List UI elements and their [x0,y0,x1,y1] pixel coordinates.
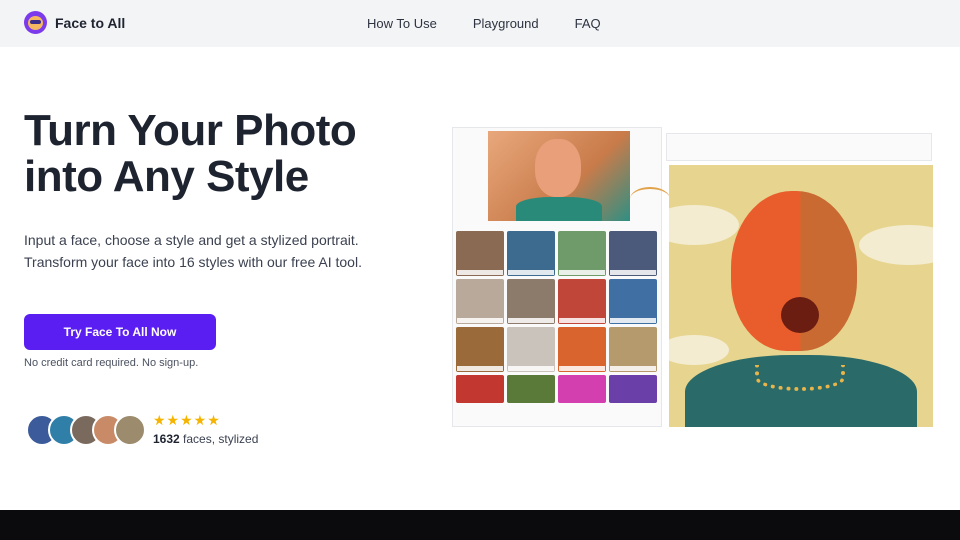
nav-link-playground[interactable]: Playground [473,16,539,31]
result-cloud [669,335,729,365]
source-shirt [516,197,602,221]
nav-link-faq[interactable]: FAQ [575,16,601,31]
style-tile [507,279,555,324]
style-tile [558,327,606,372]
nav-link-how-to-use[interactable]: How To Use [367,16,437,31]
result-mouth [781,297,819,333]
stylized-result-image [669,165,933,427]
brand-name: Face to All [55,14,126,31]
style-tile [456,375,504,403]
style-tile [609,231,657,276]
faces-count-suffix: faces, stylized [179,432,259,446]
app-preview-image [452,127,934,429]
style-tile [558,375,606,403]
result-cloud [669,205,739,245]
style-tile [609,327,657,372]
try-now-button[interactable]: Try Face To All Now [24,314,216,350]
next-section-dark [0,510,960,540]
style-tile [507,231,555,276]
star-icons: ★★★★★ [153,412,221,428]
brand-icon [24,11,47,34]
style-gallery [456,231,658,407]
avatar [114,414,146,446]
style-tile [456,327,504,372]
rating-summary: ★★★★★ 1632 faces, stylized [153,412,258,446]
hero-subtitle: Input a face, choose a style and get a s… [24,229,424,273]
style-tile [456,279,504,324]
style-tile [507,327,555,372]
faces-count-number: 1632 [153,432,180,446]
style-tile [558,231,606,276]
nav-links: How To Use Playground FAQ [367,16,601,31]
style-tile [456,231,504,276]
hero-subtitle-line-2: Transform your face into 16 styles with … [24,254,362,270]
hero-title-line-1: Turn Your Photo [24,106,357,155]
navbar: Face to All How To Use Playground FAQ [0,0,960,47]
hero-subtitle-line-1: Input a face, choose a style and get a s… [24,232,359,248]
style-tile [507,375,555,403]
style-tile [609,279,657,324]
brand-logo[interactable]: Face to All [24,11,125,34]
hero-title: Turn Your Photo into Any Style [24,108,444,200]
style-tile [558,279,606,324]
hero-title-line-2: into Any Style [24,152,309,201]
result-necklace [755,365,845,391]
result-cloud [859,225,933,265]
source-photo [488,131,630,221]
signup-note: No credit card required. No sign-up. [24,357,199,369]
arrow-icon [630,187,670,211]
faces-count: 1632 faces, stylized [153,432,258,446]
source-face [535,139,581,197]
user-avatars [26,414,146,448]
style-tile [609,375,657,403]
preview-prompt-bar [666,133,932,161]
